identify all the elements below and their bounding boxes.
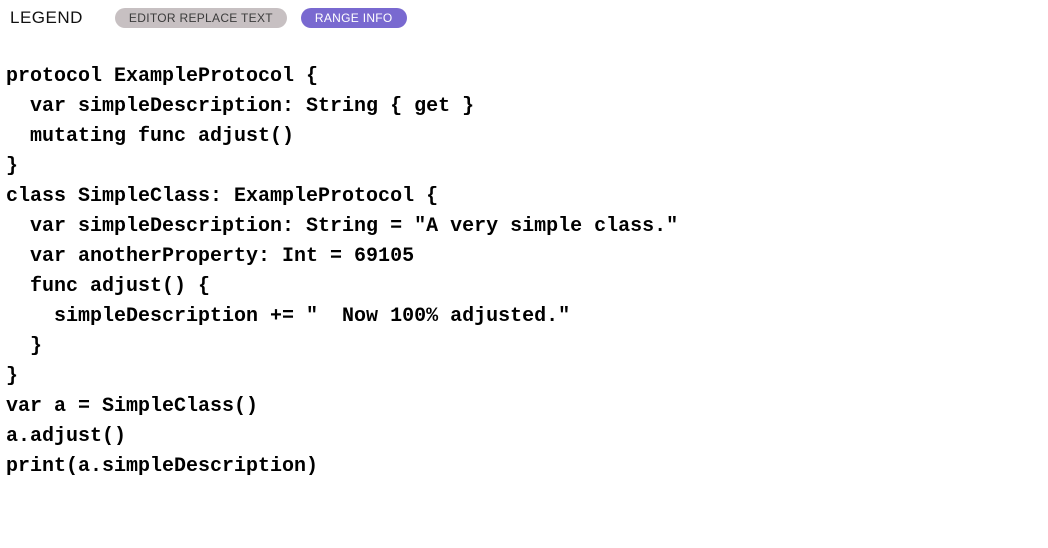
range-info-pill[interactable]: RANGE INFO [301, 8, 407, 28]
code-line: var a = SimpleClass() [6, 392, 1048, 422]
code-block: protocol ExampleProtocol { var simpleDes… [0, 34, 1048, 482]
code-line: simpleDescription += " Now 100% adjusted… [6, 302, 1048, 332]
code-line: } [6, 152, 1048, 182]
code-line: print(a.simpleDescription) [6, 452, 1048, 482]
code-line: a.adjust() [6, 422, 1048, 452]
code-line: var simpleDescription: String { get } [6, 92, 1048, 122]
legend-title: LEGEND [10, 8, 83, 28]
code-line: mutating func adjust() [6, 122, 1048, 152]
code-line: var anotherProperty: Int = 69105 [6, 242, 1048, 272]
editor-replace-text-pill[interactable]: EDITOR REPLACE TEXT [115, 8, 287, 28]
code-line: var simpleDescription: String = "A very … [6, 212, 1048, 242]
code-line: } [6, 332, 1048, 362]
code-line: protocol ExampleProtocol { [6, 62, 1048, 92]
legend-header: LEGEND EDITOR REPLACE TEXT RANGE INFO [0, 0, 1048, 34]
code-line: } [6, 362, 1048, 392]
code-line: class SimpleClass: ExampleProtocol { [6, 182, 1048, 212]
code-line: func adjust() { [6, 272, 1048, 302]
